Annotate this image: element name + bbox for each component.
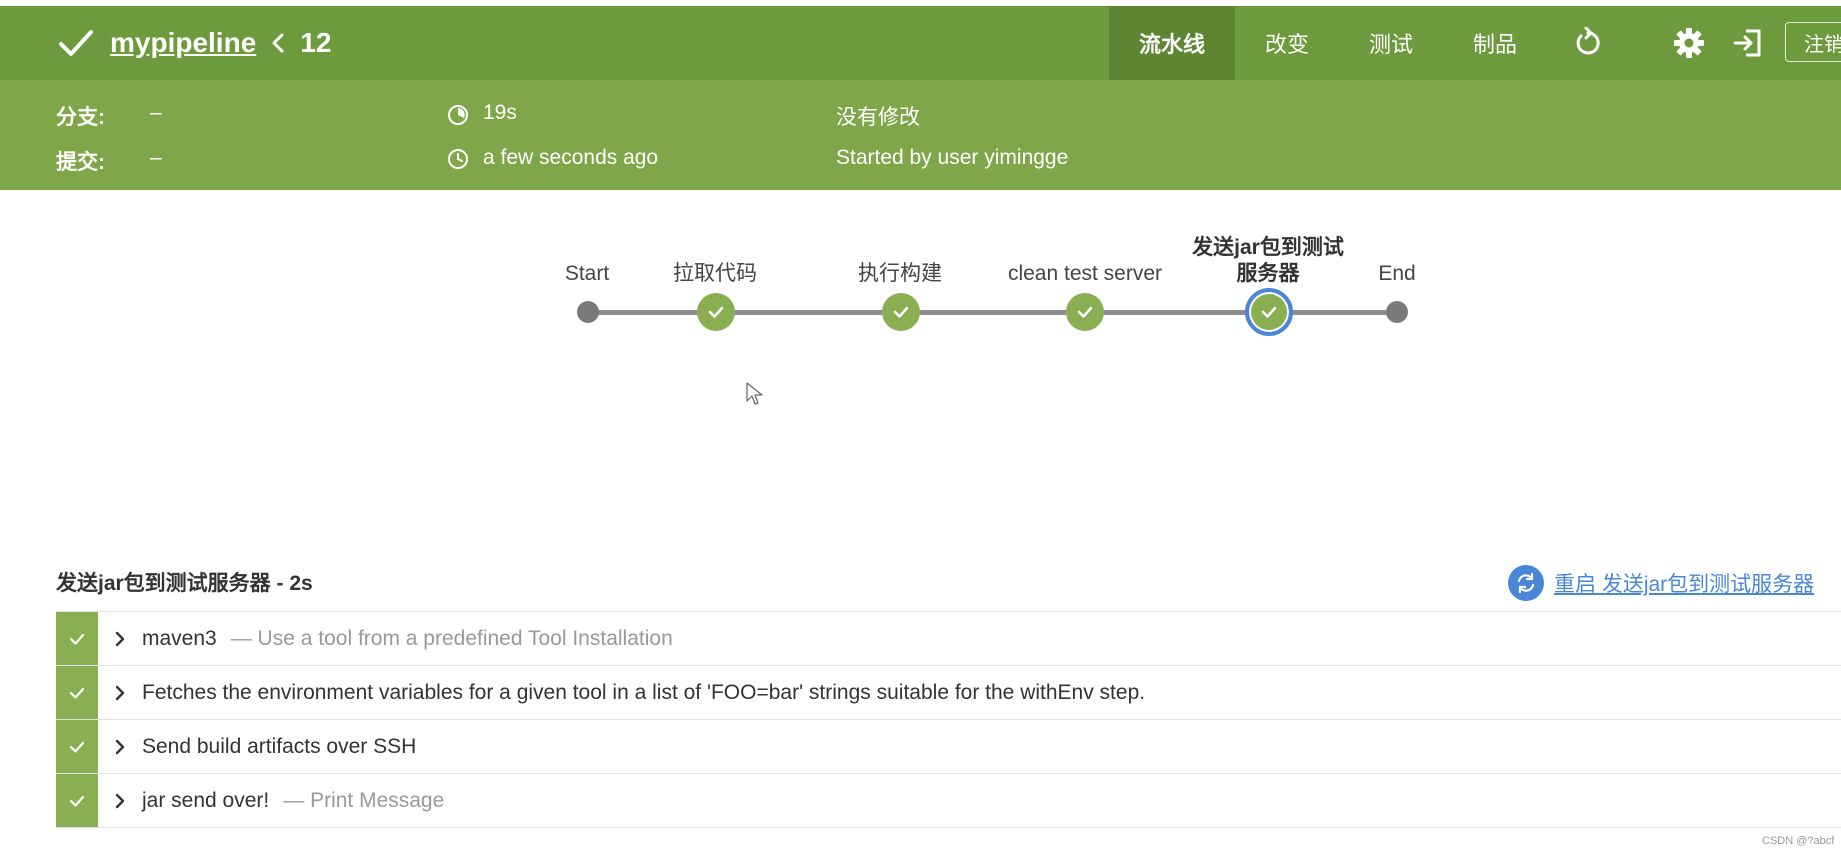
branch-label: 分支: — [56, 106, 105, 129]
run-info-bar: 分支: – 提交: – 19s a few seconds ago 没有修改 S… — [0, 80, 1841, 190]
exit-icon[interactable] — [1730, 25, 1766, 61]
commit-value: – — [150, 146, 162, 169]
stage-node-build[interactable] — [882, 293, 920, 331]
tab-changes[interactable]: 改变 — [1235, 6, 1339, 80]
check-icon — [69, 795, 85, 807]
restart-stage-link[interactable]: 重启 发送jar包到测试服务器 — [1508, 565, 1814, 601]
step-list: maven3 — Use a tool from a predefined To… — [56, 611, 1841, 828]
restart-stage-label: 重启 发送jar包到测试服务器 — [1554, 573, 1815, 596]
step-name: jar send over! — [142, 788, 270, 812]
stage-label-clean: clean test server — [1007, 262, 1163, 285]
check-icon — [893, 306, 909, 318]
commit-label: 提交: — [56, 151, 105, 174]
chevron-right-icon[interactable] — [112, 791, 128, 811]
check-icon — [1077, 306, 1093, 318]
pipeline-name-link[interactable]: mypipeline — [110, 27, 256, 59]
tab-tests[interactable]: 测试 — [1339, 6, 1443, 80]
stage-end-node — [1386, 301, 1408, 323]
restart-icon — [1508, 565, 1544, 601]
tab-pipeline[interactable]: 流水线 — [1109, 6, 1235, 80]
step-row[interactable]: maven3 — Use a tool from a predefined To… — [56, 611, 1841, 666]
stage-detail-title: 发送jar包到测试服务器 - 2s — [56, 572, 313, 595]
step-status-success — [56, 666, 98, 719]
check-icon — [708, 306, 724, 318]
check-icon — [69, 687, 85, 699]
stage-label-start: Start — [564, 262, 610, 285]
branch-value: – — [150, 101, 162, 124]
changes-text: 没有修改 — [836, 106, 920, 129]
step-name: maven3 — [142, 626, 217, 650]
watermark: CSDN @?abcf — [1762, 835, 1835, 847]
replay-icon[interactable] — [1570, 25, 1606, 61]
tab-artifacts[interactable]: 制品 — [1443, 6, 1547, 80]
stage-label-build: 执行构建 — [858, 262, 942, 285]
chevron-left-icon[interactable] — [270, 31, 286, 55]
step-status-success — [56, 612, 98, 665]
duration-icon — [448, 105, 468, 125]
chevron-right-icon[interactable] — [112, 737, 128, 757]
stage-node-clean[interactable] — [1066, 293, 1104, 331]
check-icon — [59, 30, 93, 56]
step-name: Fetches the environment variables for a … — [142, 680, 1146, 704]
check-icon — [1261, 306, 1277, 318]
stage-label-deploy: 发送jar包到测试 服务器 — [1192, 236, 1344, 285]
step-row[interactable]: jar send over! — Print Message — [56, 774, 1841, 828]
step-name: Send build artifacts over SSH — [142, 734, 417, 758]
clock-icon — [448, 149, 468, 169]
mouse-cursor-icon — [746, 382, 763, 405]
stage-label-checkout: 拉取代码 — [673, 262, 757, 285]
stage-label-end: End — [1378, 262, 1416, 285]
pipeline-title: mypipeline 12 — [56, 6, 331, 80]
stage-start-node — [577, 301, 599, 323]
chevron-right-icon[interactable] — [112, 629, 128, 649]
started-ago: a few seconds ago — [483, 146, 659, 169]
step-description: — Print Message — [283, 788, 445, 812]
top-bar: mypipeline 12 流水线 改变 测试 制品 注销 — [0, 6, 1841, 80]
check-icon — [69, 741, 85, 753]
step-status-success — [56, 774, 98, 827]
step-description: — Use a tool from a predefined Tool Inst… — [230, 626, 673, 650]
gear-icon[interactable] — [1671, 25, 1707, 61]
started-by: Started by user yimingge — [836, 146, 1069, 169]
step-row[interactable]: Send build artifacts over SSH — [56, 720, 1841, 774]
step-status-success — [56, 720, 98, 773]
stage-node-deploy-selected[interactable] — [1245, 288, 1293, 336]
logout-button[interactable]: 注销 — [1785, 22, 1841, 62]
build-number: 12 — [300, 27, 332, 58]
stage-node-checkout[interactable] — [697, 293, 735, 331]
check-icon — [69, 633, 85, 645]
chevron-right-icon[interactable] — [112, 683, 128, 703]
step-row[interactable]: Fetches the environment variables for a … — [56, 666, 1841, 720]
duration-value: 19s — [483, 101, 517, 124]
